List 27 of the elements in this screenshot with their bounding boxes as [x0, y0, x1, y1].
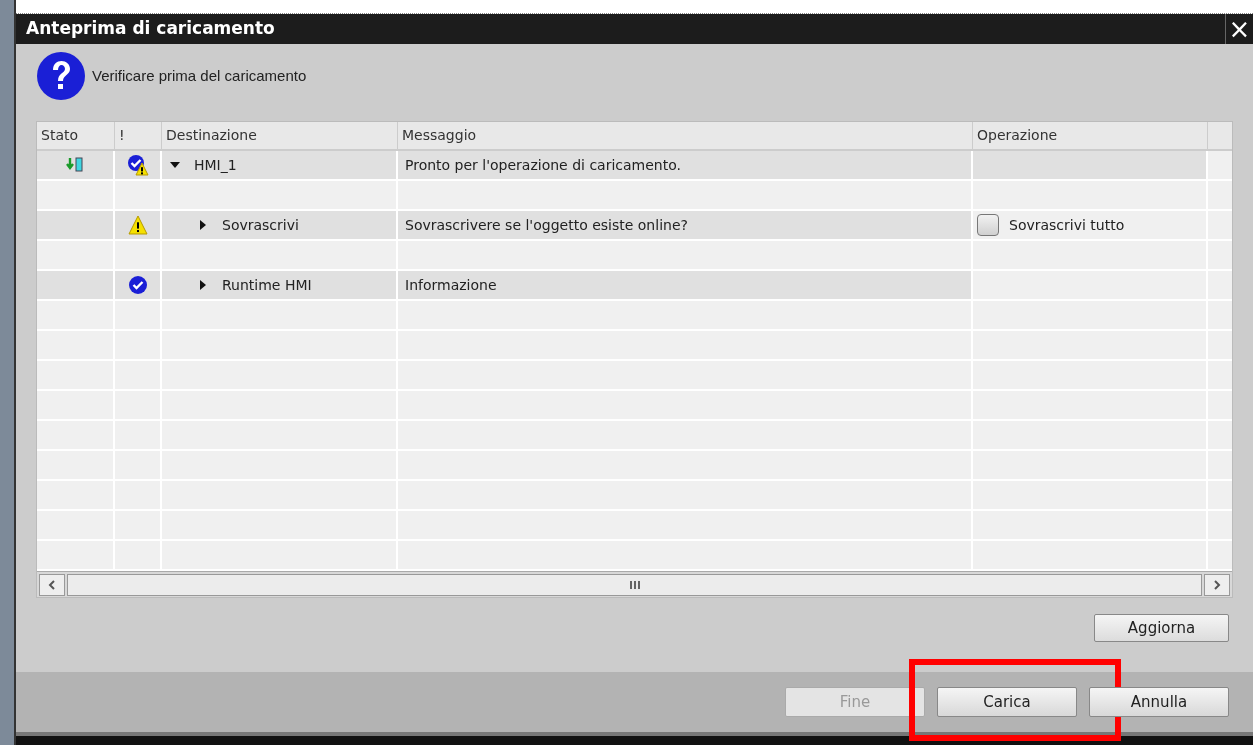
tree-item[interactable]: Runtime HMI [222, 274, 312, 296]
checkbox[interactable] [977, 214, 999, 236]
prompt-text: Verificare prima del caricamento [92, 65, 307, 86]
scroll-left-button[interactable] [39, 573, 65, 596]
chevron-left-icon [48, 579, 56, 590]
message-text: Sovrascrivere se l'oggetto esiste online? [404, 215, 688, 235]
message-text: Pronto per l'operazione di caricamento. [404, 155, 681, 175]
column-header[interactable]: Messaggio [402, 125, 477, 146]
column-header[interactable]: ! [119, 125, 125, 146]
dialog-button[interactable]: Carica [937, 687, 1077, 717]
refresh-button[interactable]: Aggiorna [1094, 614, 1229, 642]
window-title: Anteprima di caricamento [25, 17, 275, 41]
dialog-button[interactable]: Annulla [1089, 687, 1229, 717]
tree-item[interactable]: HMI_1 [194, 154, 237, 176]
tree-item[interactable]: Sovrascrivi [222, 214, 299, 236]
column-header[interactable]: Destinazione [166, 125, 257, 146]
scroll-right-button[interactable] [1204, 573, 1230, 596]
message-text: Informazione [404, 275, 497, 295]
scrollbar-thumb[interactable] [67, 573, 1202, 596]
question-icon [36, 51, 86, 101]
collapse-toggle-icon[interactable] [170, 160, 180, 170]
checkbox-label[interactable]: Sovrascrivi tutto [1009, 214, 1125, 236]
column-header[interactable]: Operazione [977, 125, 1058, 146]
expand-toggle-icon[interactable] [198, 280, 208, 290]
expand-toggle-icon[interactable] [198, 220, 208, 230]
chevron-right-icon [1213, 579, 1221, 590]
column-header[interactable]: Stato [41, 125, 78, 146]
